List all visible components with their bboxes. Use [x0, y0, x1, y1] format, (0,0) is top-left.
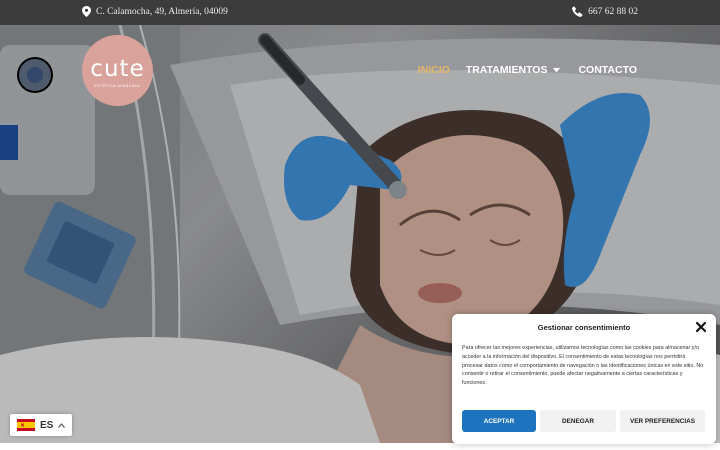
nav-item-tratamientos-label: TRATAMIENTOS: [465, 64, 548, 76]
phone-block[interactable]: 667 62 88 02: [572, 6, 638, 17]
phone-text: 667 62 88 02: [588, 6, 638, 17]
logo-wordmark: cute: [90, 55, 145, 82]
close-icon[interactable]: [695, 321, 707, 333]
language-code: ES: [40, 419, 54, 431]
logo-tagline: ESTÉTICA AVANZADA: [94, 83, 141, 88]
main-navigation: INICIO TRATAMIENTOS CONTACTO: [418, 64, 637, 76]
chevron-down-icon: [553, 67, 561, 72]
cookie-consent-dialog: Gestionar consentimiento Para ofrecer la…: [452, 314, 716, 444]
nav-item-inicio[interactable]: INICIO: [418, 64, 450, 76]
address-text: C. Calamocha, 49, Almería, 04009: [96, 6, 228, 17]
top-info-bar: C. Calamocha, 49, Almería, 04009 667 62 …: [0, 0, 720, 25]
nav-item-contacto[interactable]: CONTACTO: [578, 64, 637, 76]
dialog-body-text: Para ofrecer las mejores experiencias, u…: [462, 345, 704, 386]
address-block[interactable]: C. Calamocha, 49, Almería, 04009: [82, 6, 228, 17]
nav-item-tratamientos[interactable]: TRATAMIENTOS: [466, 64, 561, 76]
language-switcher[interactable]: ES: [10, 414, 72, 436]
brand-logo[interactable]: cute ESTÉTICA AVANZADA: [82, 35, 153, 106]
spain-flag-icon: [17, 419, 35, 431]
phone-icon: [572, 6, 583, 17]
location-pin-icon: [82, 6, 91, 17]
chevron-up-icon: [58, 422, 66, 428]
preferences-button[interactable]: VER PREFERENCIAS: [620, 410, 705, 432]
accept-button[interactable]: ACEPTAR: [462, 410, 536, 432]
dialog-title: Gestionar consentimiento: [537, 323, 631, 332]
deny-button[interactable]: DENEGAR: [540, 410, 616, 432]
